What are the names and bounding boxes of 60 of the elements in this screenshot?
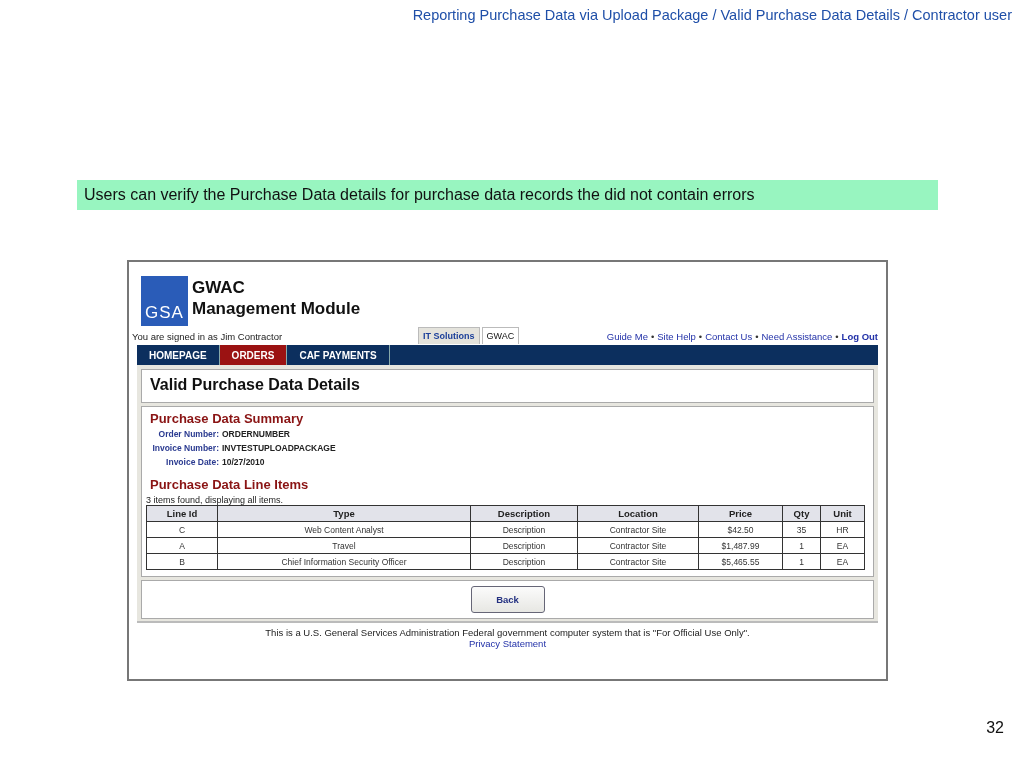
header-link[interactable]: Log Out [841,331,878,342]
header-link[interactable]: Guide Me [606,331,648,342]
table-cell: Contractor Site [577,553,699,570]
separator-dot: • [755,331,759,342]
section-heading: Purchase Data Line Items [149,477,310,492]
nav-tab[interactable]: ORDERS [219,345,288,365]
page-title: Valid Purchase Data Details [149,375,361,395]
separator-dot: • [698,331,703,342]
column-header: Description [470,505,578,522]
field-value: INVTESTUPLOADPACKAGE [222,443,337,453]
table-cell: 1 [782,537,821,554]
header-link[interactable]: Site Help [657,331,696,342]
table-cell: 1 [782,553,821,570]
table-cell: $1,487.99 [698,537,783,554]
column-header: Line Id [146,505,218,522]
table-cell: Travel [217,537,471,554]
slide-title: Reporting Purchase Data via Upload Package / Valid Purchase Data Details / Contractor user [412,7,1012,23]
table-cell: $5,465.55 [698,553,783,570]
table-cell: Description [470,553,578,570]
back-button[interactable]: Back [470,586,545,613]
field-label: Invoice Date: [165,457,219,467]
table-cell: B [146,553,218,570]
app-subtitle: Management Module [192,298,361,319]
table-cell: Description [470,521,578,538]
site-tab[interactable]: GWAC [481,327,520,344]
table-cell: Contractor Site [577,521,699,538]
separator-dot: • [835,331,839,342]
table-cell: HR [820,521,865,538]
header-link[interactable]: Contact Us [705,331,753,342]
column-header: Type [217,505,471,522]
field-value: 10/27/2010 [222,457,266,467]
app-title: GWAC [192,277,246,298]
table-cell: C [146,521,218,538]
table-cell: $42.50 [698,521,783,538]
column-header: Unit [820,505,865,522]
privacy-link[interactable]: Privacy Statement [468,638,547,649]
table-cell: EA [820,537,865,554]
table-cell: Contractor Site [577,537,699,554]
field-label: Invoice Number: [151,443,219,453]
table-cell: EA [820,553,865,570]
items-count-text: 3 items found, displaying all items. [146,495,285,505]
column-header: Location [577,505,699,522]
table-cell: 35 [782,521,821,538]
field-value: ORDERNUMBER [222,429,291,439]
table-cell: Chief Information Security Officer [217,553,471,570]
callout-note: Users can verify the Purchase Data details for purchase data records the did not contain errors [77,180,938,210]
signed-in-text: You are signed in as Jim Contractor [132,331,284,344]
site-tab[interactable]: IT Solutions [418,327,480,344]
column-header: Qty [782,505,821,522]
table-cell: Web Content Analyst [217,521,471,538]
gsa-logo: GSA [141,276,188,326]
separator-dot: • [650,331,655,342]
section-heading: Purchase Data Summary [149,411,305,426]
footer-notice: This is a U.S. General Services Administration Federal government computer system that is "For Official Use Only". [265,627,750,638]
field-label: Order Number: [157,429,219,439]
header-link[interactable]: Need Assistance [761,331,833,342]
column-header: Price [698,505,783,522]
slide-number: 32 [986,719,1004,737]
table-cell: Description [470,537,578,554]
table-cell: A [146,537,218,554]
